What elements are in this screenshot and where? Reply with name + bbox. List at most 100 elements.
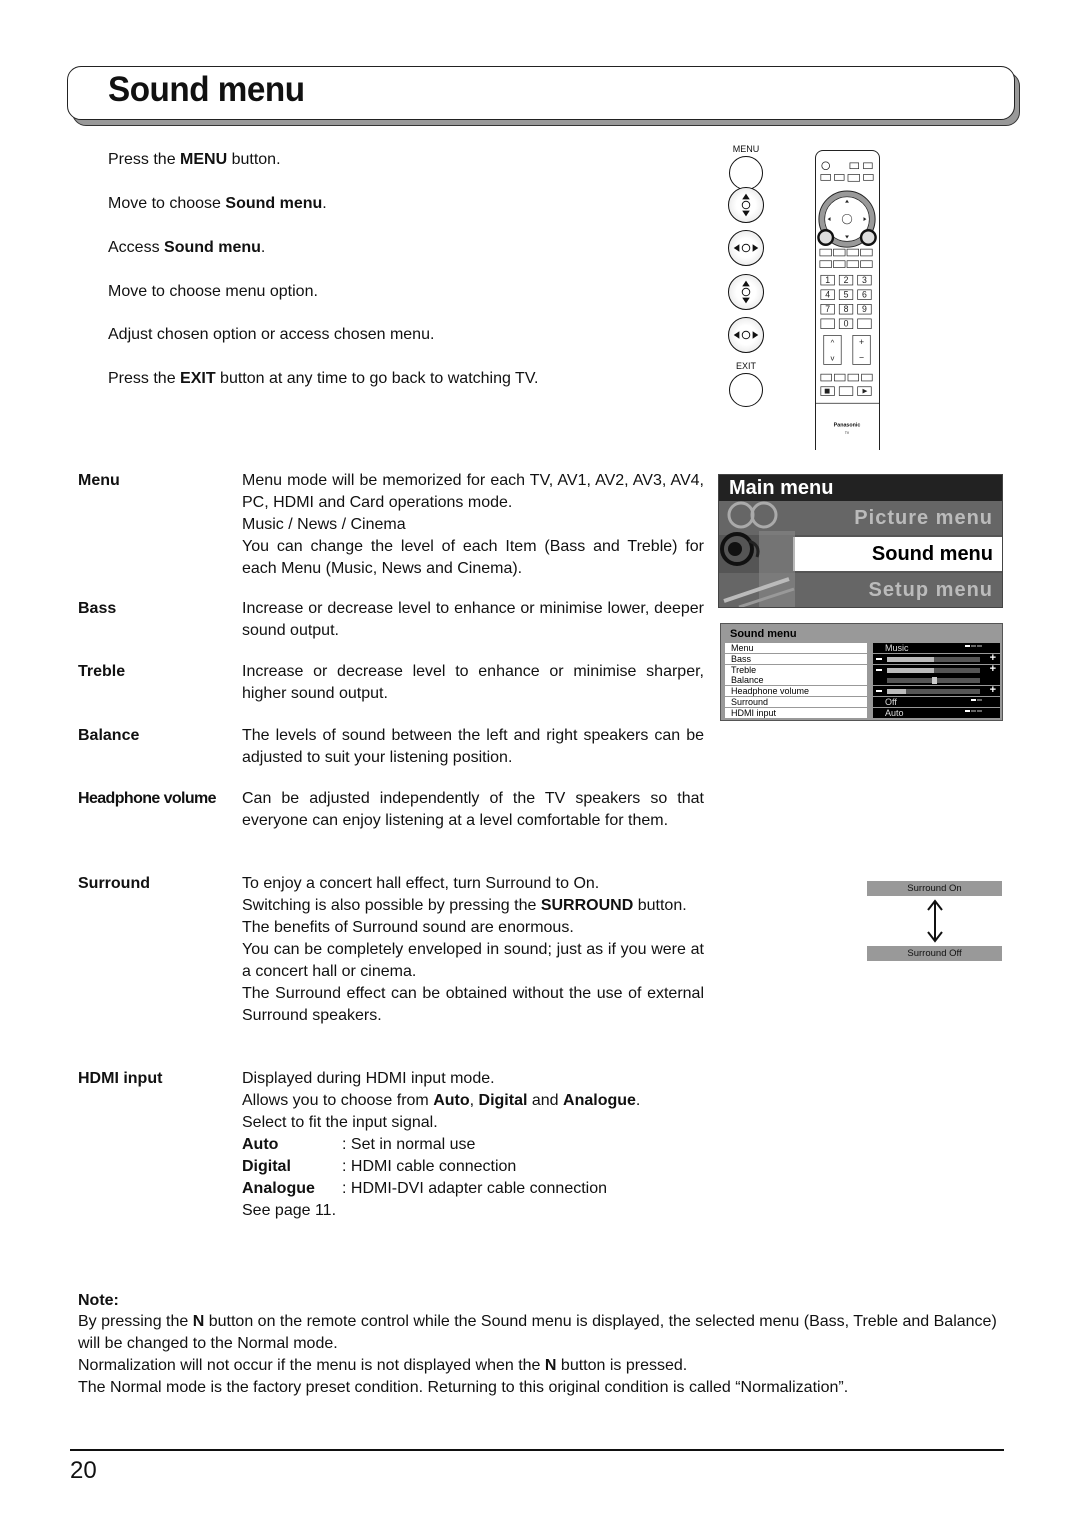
- step-6: Press the EXIT button at any time to go …: [108, 370, 539, 387]
- main-menu-item-sound[interactable]: Sound menu: [793, 537, 1002, 571]
- note-body: By pressing the N button on the remote c…: [78, 1313, 997, 1396]
- sound-menu-row-value[interactable]: +: [873, 662, 1000, 675]
- remote-control-illustration: 1 2 3 4 5 6 7 8 9 0 ^ v + − Panasonic TV: [815, 150, 880, 450]
- term-menu: Menu: [78, 472, 120, 489]
- sound-menu-row[interactable]: Headphone volume +: [725, 684, 1000, 697]
- svg-text:1: 1: [825, 275, 830, 285]
- svg-text:7: 7: [825, 304, 830, 314]
- sound-menu-header: Sound menu: [730, 628, 797, 640]
- minus-icon: [876, 668, 882, 671]
- left-right-button-icon: [728, 230, 764, 266]
- sound-menu-row[interactable]: Bass +: [725, 652, 1000, 664]
- svg-text:9: 9: [862, 304, 867, 314]
- menu-button-icon: [729, 156, 763, 190]
- level-slider[interactable]: [887, 656, 980, 662]
- option-indicator-icon: [971, 699, 982, 701]
- def-surround: To enjoy a concert hall effect, turn Sur…: [242, 875, 704, 1024]
- left-right-button-icon: [728, 317, 764, 353]
- remote-control-icon: 1 2 3 4 5 6 7 8 9 0 ^ v + − Panasonic TV: [816, 161, 879, 435]
- term-hdmi-input: HDMI input: [78, 1070, 163, 1087]
- svg-text:−: −: [859, 353, 864, 363]
- plus-icon: +: [989, 662, 996, 675]
- level-slider[interactable]: [887, 689, 980, 695]
- svg-text:+: +: [859, 337, 864, 347]
- svg-text:^: ^: [831, 338, 835, 347]
- level-slider[interactable]: [887, 667, 980, 673]
- option-indicator-icon: [965, 645, 982, 647]
- step-4: Move to choose menu option.: [108, 283, 318, 300]
- exit-button-label: EXIT: [735, 361, 756, 371]
- step-3: Access Sound menu.: [108, 239, 266, 256]
- main-menu-osd: Picture menu Sound menu Setup menu Main …: [718, 474, 1003, 608]
- surround-on-option: Surround On: [867, 881, 1002, 896]
- page-title: Sound menu: [108, 70, 305, 109]
- def-treble: Increase or decrease level to enhance or…: [242, 663, 704, 702]
- sound-menu-row[interactable]: Menu Music: [725, 643, 1000, 653]
- sound-menu-row-value[interactable]: Music: [873, 643, 1000, 653]
- term-treble: Treble: [78, 663, 126, 680]
- sound-menu-row-label: Headphone volume: [725, 686, 867, 697]
- surround-off-option: Surround Off: [867, 946, 1002, 961]
- def-hdmi-input: Displayed during HDMI input mode. Allows…: [242, 1068, 704, 1222]
- sound-menu-row[interactable]: Treble +: [725, 662, 1000, 675]
- term-surround: Surround: [78, 875, 150, 892]
- slider-fill: [887, 656, 934, 662]
- term-balance: Balance: [78, 727, 140, 744]
- sound-menu-value-text: Auto: [885, 707, 904, 718]
- svg-text:2: 2: [844, 275, 849, 285]
- hdmi-option-digital: Digital: HDMI cable connection: [242, 1158, 517, 1175]
- svg-text:3: 3: [862, 275, 867, 285]
- sound-menu-row-label: Treble: [725, 664, 867, 675]
- hdmi-option-analogue: Analogue: HDMI-DVI adapter cable connect…: [242, 1180, 608, 1197]
- def-bass: Increase or decrease level to enhance or…: [242, 600, 704, 639]
- balance-knob[interactable]: [931, 677, 937, 685]
- sound-menu-row[interactable]: Surround Off: [725, 697, 1000, 707]
- minus-icon: [876, 690, 882, 693]
- plus-icon: +: [989, 684, 996, 697]
- svg-text:5: 5: [844, 290, 849, 300]
- exit-button-icon: [729, 373, 763, 407]
- def-headphone-volume: Can be adjusted independently of the TV …: [242, 790, 704, 829]
- svg-text:8: 8: [844, 304, 849, 314]
- remote-brand: Panasonic: [834, 423, 861, 429]
- balance-slider[interactable]: [887, 677, 980, 685]
- svg-text:4: 4: [825, 290, 830, 300]
- sound-menu-value-text: Off: [885, 697, 897, 707]
- sound-menu-row-value[interactable]: Off: [873, 697, 1000, 707]
- step-2: Move to choose Sound menu.: [108, 195, 327, 212]
- svg-text:0: 0: [844, 319, 849, 329]
- slider-fill: [887, 667, 934, 673]
- def-balance: The levels of sound between the left and…: [242, 727, 704, 766]
- hdmi-option-auto: Auto: Set in normal use: [242, 1136, 476, 1153]
- sound-menu-row[interactable]: HDMI input Auto: [725, 707, 1000, 718]
- up-down-button-icon: [728, 274, 764, 310]
- term-bass: Bass: [78, 600, 117, 617]
- main-menu-header: Main menu: [719, 475, 1002, 501]
- sound-menu-row-value[interactable]: [873, 675, 1000, 686]
- sound-menu-row-value[interactable]: +: [873, 652, 1000, 664]
- sound-menu-row-label: Menu: [725, 643, 867, 653]
- def-menu: Menu mode will be memorized for each TV,…: [242, 472, 704, 577]
- sound-menu-row-label: Bass: [725, 653, 867, 664]
- sound-menu-row-value[interactable]: Auto: [873, 707, 1000, 718]
- page-number: 20: [70, 1457, 97, 1484]
- sound-menu-row-value[interactable]: +: [873, 684, 1000, 697]
- up-down-button-icon: [728, 187, 764, 223]
- sound-menu-row-label: Balance: [725, 675, 867, 686]
- sound-menu-row[interactable]: Balance: [725, 675, 1000, 686]
- sound-menu-osd: Sound menu Menu Music Bass + Treble + Balance H…: [720, 623, 1003, 721]
- sound-menu-row-label: HDMI input: [725, 707, 867, 718]
- menu-button-label: MENU: [732, 144, 760, 154]
- minus-icon: [876, 657, 882, 660]
- step-5: Adjust chosen option or access chosen me…: [108, 326, 435, 343]
- term-headphone-volume: Headphone volume: [78, 790, 217, 807]
- menu-illustration-icon: [720, 501, 795, 607]
- option-indicator-icon: [965, 709, 982, 712]
- note-heading: Note:: [78, 1292, 119, 1309]
- toggle-arrow-icon: [927, 899, 943, 943]
- svg-text:v: v: [831, 354, 835, 363]
- step-1: Press the MENU button.: [108, 151, 281, 168]
- slider-fill: [887, 689, 906, 695]
- sound-menu-row-label: Surround: [725, 697, 867, 707]
- svg-text:TV: TV: [845, 431, 850, 435]
